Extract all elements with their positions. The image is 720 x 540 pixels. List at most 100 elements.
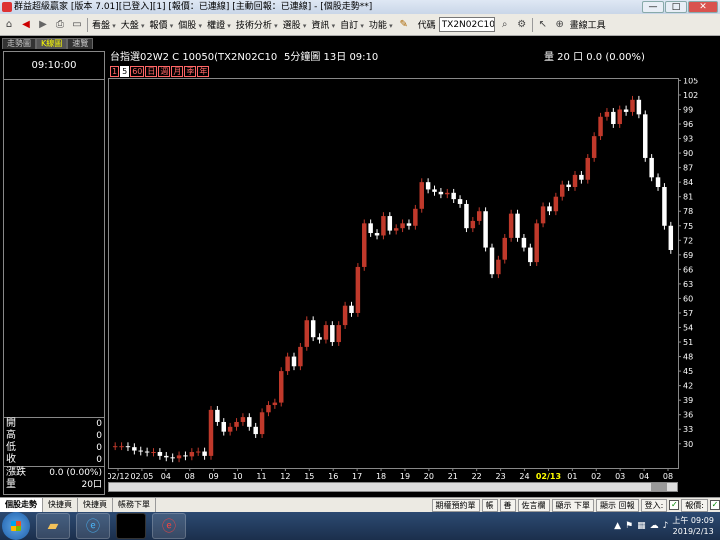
- period-button[interactable]: 日: [145, 66, 158, 77]
- menu-item[interactable]: 技術分析: [235, 18, 279, 31]
- bottom-tab[interactable]: 快捷頁: [43, 498, 78, 512]
- candle-body: [528, 247, 533, 263]
- show-report-button[interactable]: 顯示 回報: [596, 498, 639, 512]
- menu-item[interactable]: 資訊: [310, 18, 336, 31]
- browser-icon[interactable]: ⓔ: [76, 513, 110, 539]
- candle-body: [668, 225, 674, 250]
- start-button[interactable]: [2, 512, 30, 540]
- period-button[interactable]: 1: [110, 66, 120, 77]
- trading-app-icon[interactable]: ⓔ: [152, 513, 186, 539]
- candle-body: [655, 177, 661, 188]
- menu-item[interactable]: 功能: [368, 18, 394, 31]
- preorder-button[interactable]: 期權預約單: [431, 498, 480, 512]
- candle-body: [119, 446, 124, 448]
- candle-body: [445, 192, 450, 195]
- chart-tool-menu[interactable]: 畫線工具: [570, 18, 606, 31]
- close-button[interactable]: ✕: [688, 1, 718, 13]
- window-icon[interactable]: ▭: [70, 18, 84, 32]
- menu-item[interactable]: 大盤: [120, 18, 146, 31]
- stat-row: 開0: [4, 418, 104, 430]
- flag-icon[interactable]: ⚑: [625, 521, 633, 531]
- candle-body: [240, 417, 246, 422]
- stat-value: 0: [96, 431, 102, 441]
- menu-item[interactable]: 報價: [149, 18, 175, 31]
- network-icon[interactable]: ▦: [637, 521, 646, 531]
- candle-body: [285, 356, 290, 372]
- home-icon[interactable]: ⌂: [2, 18, 16, 32]
- candle-body: [393, 228, 399, 231]
- candle-body: [476, 211, 482, 221]
- account-button[interactable]: 帳: [481, 498, 498, 512]
- candle-body: [400, 223, 405, 229]
- cloud-icon[interactable]: ☁: [650, 521, 659, 531]
- cursor-icon[interactable]: ↖: [536, 18, 550, 32]
- scrollbar-thumb[interactable]: [651, 483, 667, 491]
- window-title: 群益超級贏家 [版本 7.01][已登入][1] [報價：已連線] [主動回報：…: [14, 2, 373, 12]
- candle-body: [515, 213, 520, 238]
- candlestick-chart[interactable]: 105 102 99 96 93 90 87 84 81 78 75 72 69 66 63 60 57 54 51…: [108, 78, 710, 480]
- candle-body: [349, 305, 354, 313]
- quote-checkbox[interactable]: ✓: [710, 500, 720, 510]
- chart-scrollbar[interactable]: [108, 482, 678, 492]
- x-tick-label: 08: [663, 472, 673, 480]
- minimize-button[interactable]: —: [642, 1, 664, 13]
- candle-body: [560, 184, 565, 197]
- candle-body: [221, 421, 226, 432]
- period-button[interactable]: 60: [130, 66, 145, 77]
- menu-item[interactable]: 個股: [177, 18, 203, 31]
- candle-body: [636, 99, 642, 115]
- period-button[interactable]: 季: [184, 66, 197, 77]
- bottom-tab[interactable]: 快捷頁: [78, 498, 113, 512]
- edit-icon[interactable]: ✎: [397, 18, 411, 32]
- settings-icon[interactable]: ⚙: [515, 18, 529, 32]
- period-button[interactable]: 年: [197, 66, 210, 77]
- menu-item[interactable]: 權證: [206, 18, 232, 31]
- tab-kline[interactable]: K線圖: [36, 38, 68, 49]
- candle-body: [247, 417, 252, 427]
- menu-item[interactable]: 看盤: [91, 18, 117, 31]
- clock[interactable]: 上午 09:09 2019/2/13: [672, 515, 714, 537]
- folder-icon[interactable]: ▰: [36, 513, 70, 539]
- period-button[interactable]: 月: [171, 66, 184, 77]
- candle-body: [342, 305, 348, 326]
- maximize-button[interactable]: □: [665, 1, 687, 13]
- forward-arrow-icon[interactable]: ▶: [36, 18, 50, 32]
- app-window-icon[interactable]: [116, 513, 146, 539]
- y-tick-label: 57: [683, 309, 693, 318]
- message-button[interactable]: 佐言欄: [517, 498, 550, 512]
- print-icon[interactable]: ⎙: [53, 18, 67, 32]
- tab-overview[interactable]: 速覽: [67, 38, 94, 49]
- chevron-up-icon[interactable]: ▲: [614, 521, 621, 531]
- x-tick-label: 08: [185, 472, 195, 480]
- volume-value: 20口: [81, 480, 102, 490]
- tab-trend[interactable]: 走勢圖: [2, 38, 36, 49]
- volume-icon[interactable]: ♪: [663, 521, 669, 531]
- quote-panel: 09:10:00 開0 高0 低0 收0 漲跌 0.0 (0.00%) 量 20口: [3, 51, 105, 495]
- candle-body: [649, 157, 654, 178]
- candle-body: [330, 325, 335, 343]
- quote-time: 09:10:00: [4, 52, 104, 80]
- period-button[interactable]: 週: [158, 66, 171, 77]
- period-button[interactable]: 5: [120, 66, 130, 77]
- x-tick-label: 02.05: [130, 472, 153, 480]
- good-button[interactable]: 善: [499, 498, 516, 512]
- system-tray: ▲ ⚑ ▦ ☁ ♪ 上午 09:09 2019/2/13: [614, 515, 720, 537]
- clock-date: 2019/2/13: [672, 527, 714, 536]
- candle-body: [144, 451, 150, 453]
- code-input[interactable]: [438, 17, 495, 32]
- back-arrow-icon[interactable]: ◀: [19, 18, 33, 32]
- bottom-tab[interactable]: 帳務下單: [113, 498, 156, 512]
- bottom-tab[interactable]: 個股走勢: [0, 498, 43, 512]
- x-tick-label: 21: [448, 472, 458, 480]
- candle-body: [362, 223, 367, 267]
- menu-item[interactable]: 選股: [282, 18, 308, 31]
- show-order-button[interactable]: 顯示 下單: [551, 498, 595, 512]
- menu-item[interactable]: 自訂: [339, 18, 365, 31]
- y-tick-label: 42: [683, 382, 693, 391]
- search-icon[interactable]: ⌕: [498, 18, 512, 32]
- magnifier-icon[interactable]: ⊕: [553, 18, 567, 32]
- x-tick-label: 12: [280, 472, 290, 480]
- candle-body: [157, 452, 163, 456]
- login-checkbox[interactable]: ✓: [669, 500, 680, 510]
- candle-body: [425, 182, 431, 190]
